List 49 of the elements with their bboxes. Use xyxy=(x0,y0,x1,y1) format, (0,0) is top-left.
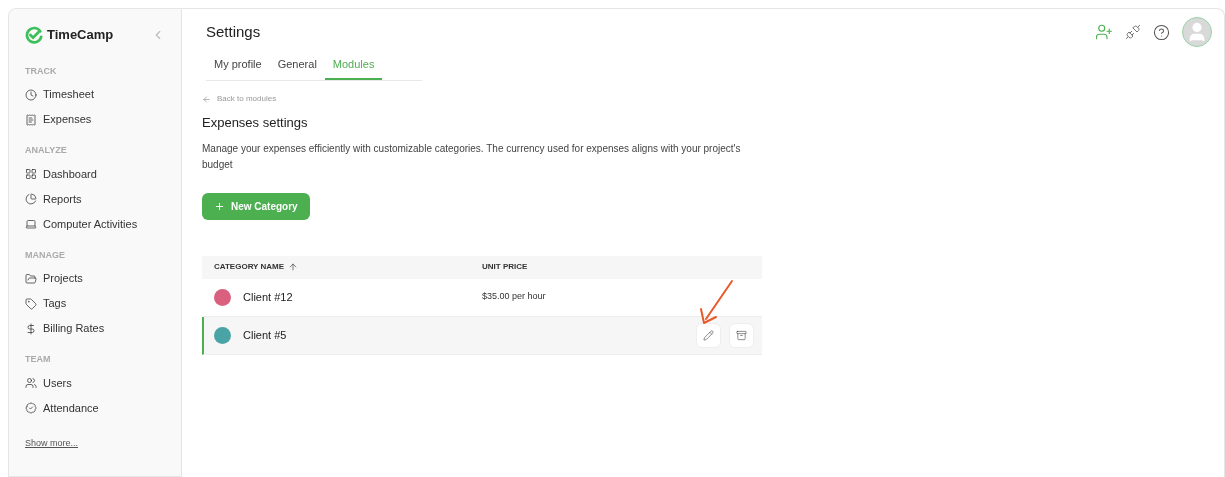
grid-icon xyxy=(25,168,37,180)
dollar-icon xyxy=(25,322,37,335)
sidebar-item[interactable]: Attendance xyxy=(25,395,165,421)
add-user-icon[interactable] xyxy=(1095,23,1113,41)
category-name: Client #12 xyxy=(243,289,293,305)
table-row[interactable]: Client #5 xyxy=(202,316,762,355)
section-heading: ANALYZE xyxy=(25,144,68,157)
tab[interactable]: General xyxy=(269,51,325,80)
brand-name: TimeCamp xyxy=(47,26,114,44)
logo-icon xyxy=(25,25,43,44)
receipt-icon xyxy=(25,113,37,126)
sidebar-item[interactable]: Computer Activities xyxy=(25,211,165,237)
column-header[interactable]: CATEGORY NAME xyxy=(202,261,482,273)
help-icon[interactable] xyxy=(1153,23,1170,41)
sidebar-item[interactable]: Projects xyxy=(25,266,165,291)
unit-price: $35.00 per hour xyxy=(482,290,546,304)
section-heading: TRACK xyxy=(25,64,58,78)
tag-icon xyxy=(25,297,37,310)
description: Manage your expenses efficiently with customizable categories. The currency used for expenses aligns with your project's budget xyxy=(202,141,742,172)
category-name: Client #5 xyxy=(243,327,287,343)
back-arrow-icon xyxy=(202,94,211,104)
show-more-link[interactable]: Show more... xyxy=(25,436,165,450)
archive-icon xyxy=(736,329,747,341)
plus-icon xyxy=(214,200,225,212)
users-icon xyxy=(25,377,37,389)
sidebar-item[interactable]: Expenses xyxy=(25,107,165,132)
sidebar-item[interactable]: Dashboard xyxy=(25,161,165,187)
pie-chart-icon xyxy=(25,193,37,205)
section-heading: MANAGE xyxy=(25,248,66,262)
sidebar-item[interactable]: Users xyxy=(25,370,165,396)
folder-icon xyxy=(25,272,37,285)
archive-button[interactable] xyxy=(729,322,754,348)
clock-icon xyxy=(25,88,37,101)
sidebar-item[interactable]: Billing Rates xyxy=(25,316,165,341)
pencil-icon xyxy=(703,329,714,341)
sort-arrow-icon xyxy=(288,262,299,272)
page-title: Settings xyxy=(206,22,262,42)
sidebar-item[interactable]: Tags xyxy=(25,291,165,316)
laptop-icon xyxy=(25,218,37,230)
avatar[interactable] xyxy=(1182,17,1212,47)
edit-button[interactable] xyxy=(696,322,721,348)
section-heading: TEAM xyxy=(25,353,52,366)
sidebar-item[interactable]: Timesheet xyxy=(25,82,165,107)
sidebar-item[interactable]: Reports xyxy=(25,186,165,212)
arrow-annotation xyxy=(698,279,734,327)
plug-icon[interactable] xyxy=(1125,24,1141,40)
tab[interactable]: My profile xyxy=(206,51,270,80)
column-header: UNIT PRICE xyxy=(482,261,528,273)
section-title: Expenses settings xyxy=(202,114,309,132)
